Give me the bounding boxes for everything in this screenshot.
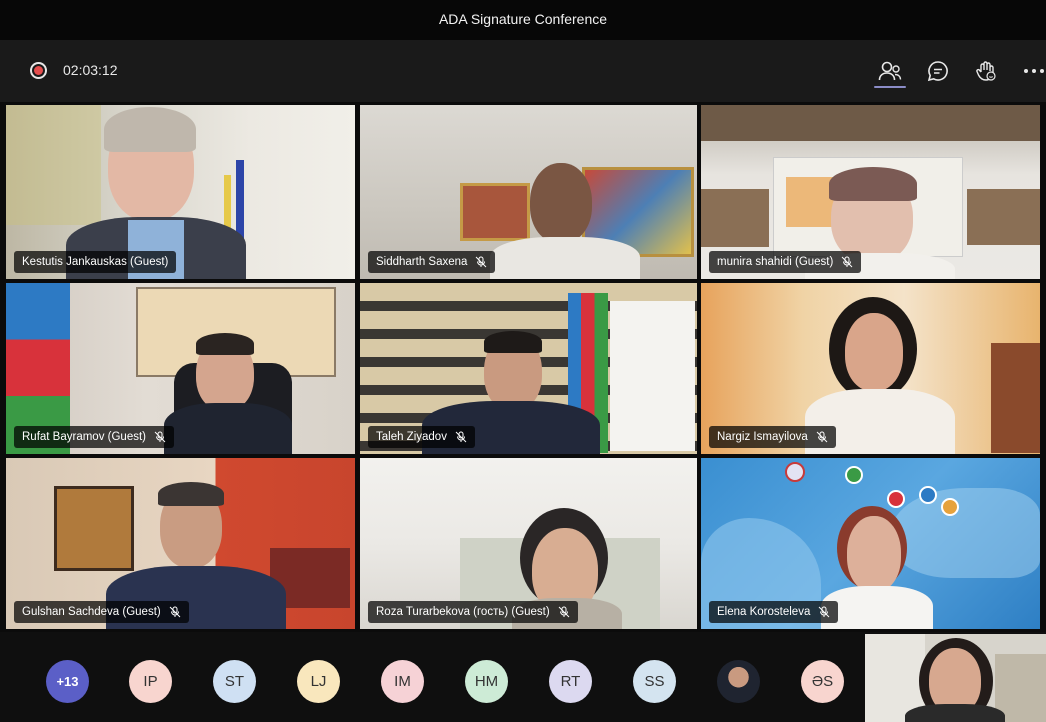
mic-off-icon — [816, 431, 828, 443]
participant-avatar-photo[interactable] — [717, 660, 760, 703]
participant-name: Siddharth Saxena — [376, 256, 468, 268]
participant-name: Rufat Bayramov (Guest) — [22, 431, 146, 443]
participant-name: Elena Korosteleva — [717, 606, 811, 618]
video-tile[interactable]: Taleh Ziyadov — [360, 283, 697, 454]
chat-icon — [927, 61, 948, 82]
video-tile[interactable]: munira shahidi (Guest) — [701, 105, 1040, 279]
video-tile[interactable]: Roza Turarbekova (гость) (Guest) — [360, 458, 697, 629]
participant-name: Roza Turarbekova (гость) (Guest) — [376, 606, 550, 618]
video-tile[interactable]: Elena Korosteleva — [701, 458, 1040, 629]
participant-nametag: Siddharth Saxena — [368, 251, 496, 273]
video-tile[interactable]: Gulshan Sachdeva (Guest) — [6, 458, 355, 629]
meeting-toolbar: 02:03:12 — [0, 40, 1046, 102]
participant-avatar[interactable]: SS — [633, 660, 676, 703]
participant-nametag: Roza Turarbekova (гость) (Guest) — [368, 601, 578, 623]
more-icon — [1024, 69, 1044, 73]
participant-name: Nargiz Ismayilova — [717, 431, 808, 443]
participant-nametag: munira shahidi (Guest) — [709, 251, 862, 273]
participant-nametag: Taleh Ziyadov — [368, 426, 475, 448]
active-tab-indicator — [874, 86, 906, 88]
participant-name: Kestutis Jankauskas (Guest) — [22, 256, 169, 268]
participant-nametag: Kestutis Jankauskas (Guest) — [14, 251, 177, 273]
title-bar: ADA Signature Conference — [0, 0, 1046, 40]
mic-off-icon — [154, 431, 166, 443]
participant-avatar[interactable]: ƏS — [801, 660, 844, 703]
participant-name: Gulshan Sachdeva (Guest) — [22, 606, 161, 618]
participant-nametag: Gulshan Sachdeva (Guest) — [14, 601, 189, 623]
people-button[interactable] — [875, 56, 905, 86]
participant-name: munira shahidi (Guest) — [717, 256, 834, 268]
participant-avatar[interactable]: IP — [129, 660, 172, 703]
participant-nametag: Rufat Bayramov (Guest) — [14, 426, 174, 448]
raise-hand-icon — [976, 61, 996, 81]
meeting-timer: 02:03:12 — [63, 62, 118, 78]
participant-avatar[interactable]: ST — [213, 660, 256, 703]
participant-avatar[interactable]: HM — [465, 660, 508, 703]
participant-nametag: Nargiz Ismayilova — [709, 426, 836, 448]
mic-off-icon — [818, 606, 830, 618]
participant-avatar[interactable]: LJ — [297, 660, 340, 703]
participant-nametag: Elena Korosteleva — [709, 601, 839, 623]
window-title: ADA Signature Conference — [438, 11, 608, 27]
participant-avatar[interactable]: IM — [381, 660, 424, 703]
video-tile[interactable]: Siddharth Saxena — [360, 105, 697, 279]
video-tile[interactable]: Rufat Bayramov (Guest) — [6, 283, 355, 454]
self-view-video[interactable] — [865, 634, 1046, 722]
mic-off-icon — [558, 606, 570, 618]
people-icon — [878, 61, 902, 81]
video-tile[interactable]: Nargiz Ismayilova — [701, 283, 1040, 454]
record-icon — [30, 62, 47, 79]
video-grid: Kestutis Jankauskas (Guest) Siddharth Sa… — [0, 102, 1046, 632]
video-tile[interactable]: Kestutis Jankauskas (Guest) — [6, 105, 355, 279]
react-button[interactable] — [971, 56, 1001, 86]
mic-off-icon — [476, 256, 487, 268]
mic-off-icon — [841, 256, 853, 268]
chat-button[interactable] — [923, 56, 953, 86]
participant-avatar[interactable]: RT — [549, 660, 592, 703]
participant-name: Taleh Ziyadov — [376, 431, 447, 443]
more-participants-button[interactable]: +13 — [46, 660, 89, 703]
more-options-button[interactable] — [1019, 56, 1046, 86]
mic-off-icon — [169, 606, 181, 618]
mic-off-icon — [455, 431, 467, 443]
